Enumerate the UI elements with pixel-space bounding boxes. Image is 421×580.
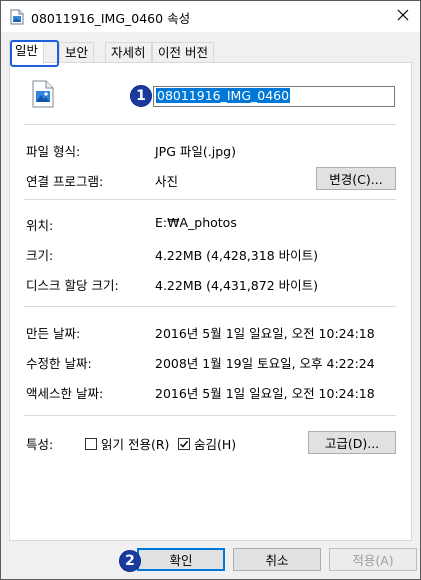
- dialog-buttons: 2 확인 취소 적용(A): [1, 541, 420, 579]
- accessed-label: 액세스한 날짜:: [26, 386, 104, 401]
- hidden-checkbox[interactable]: 숨김(H): [178, 434, 236, 453]
- general-panel: 1 08011916_IMG_0460 파일 형식: JPG 파일(.jpg) …: [9, 62, 412, 541]
- image-file-icon: [9, 9, 25, 28]
- file-type-label: 파일 형식:: [26, 144, 81, 159]
- tab-strip: 일반 보안 자세히 이전 버전: [9, 40, 413, 64]
- cancel-button[interactable]: 취소: [233, 548, 321, 571]
- location-value: E:₩A_photos: [155, 215, 237, 230]
- file-name-selected-text: 08011916_IMG_0460: [156, 88, 291, 103]
- location-label: 위치:: [26, 218, 54, 233]
- size-on-disk-label: 디스크 할당 크기:: [26, 278, 119, 293]
- divider: [24, 306, 396, 307]
- close-button[interactable]: [390, 4, 416, 28]
- file-type-value: JPG 파일(.jpg): [155, 144, 236, 159]
- divider: [24, 415, 396, 416]
- close-icon: [397, 9, 409, 24]
- tab-general[interactable]: 일반: [9, 40, 45, 64]
- created-label: 만든 날짜:: [26, 326, 81, 341]
- size-label: 크기:: [26, 248, 54, 263]
- attributes-label: 특성:: [26, 437, 54, 452]
- open-with-label: 연결 프로그램:: [26, 174, 104, 189]
- ok-button[interactable]: 확인: [137, 548, 225, 571]
- apply-button[interactable]: 적용(A): [329, 548, 417, 571]
- change-button[interactable]: 변경(C)...: [316, 167, 396, 190]
- advanced-button[interactable]: 고급(D)...: [308, 431, 396, 454]
- step-badge-2: 2: [119, 550, 141, 572]
- modified-label: 수정한 날짜:: [26, 356, 92, 371]
- tab-details[interactable]: 자세히: [105, 42, 152, 62]
- divider: [24, 124, 396, 125]
- created-value: 2016년 5월 1일 일요일, 오전 10:24:18: [155, 326, 375, 341]
- properties-dialog: 08011916_IMG_0460 속성 일반 보안 자세히 이전 버전 1 0…: [0, 0, 421, 580]
- size-on-disk-value: 4.22MB (4,431,872 바이트): [155, 278, 319, 293]
- modified-value: 2008년 1월 19일 토요일, 오후 4:22:24: [155, 356, 375, 371]
- window-title: 08011916_IMG_0460 속성: [31, 11, 191, 26]
- tab-security[interactable]: 보안: [59, 42, 95, 62]
- title-bar[interactable]: 08011916_IMG_0460 속성: [1, 1, 420, 32]
- checkmark-icon: [180, 440, 189, 448]
- step-badge-1: 1: [130, 85, 152, 107]
- size-value: 4.22MB (4,428,318 바이트): [155, 248, 319, 263]
- divider: [24, 199, 396, 200]
- readonly-checkbox[interactable]: 읽기 전용(R): [85, 434, 169, 453]
- open-with-value: 사진: [155, 174, 179, 189]
- file-name-field[interactable]: 08011916_IMG_0460: [153, 86, 395, 107]
- readonly-checkbox-box[interactable]: [85, 437, 97, 450]
- hidden-label: 숨김(H): [194, 437, 237, 452]
- accessed-value: 2016년 5월 1일 일요일, 오전 10:24:18: [155, 386, 375, 401]
- hidden-checkbox-box[interactable]: [178, 437, 190, 450]
- tab-previous-versions[interactable]: 이전 버전: [152, 42, 214, 62]
- image-file-icon: [32, 80, 54, 111]
- readonly-label: 읽기 전용(R): [101, 437, 170, 452]
